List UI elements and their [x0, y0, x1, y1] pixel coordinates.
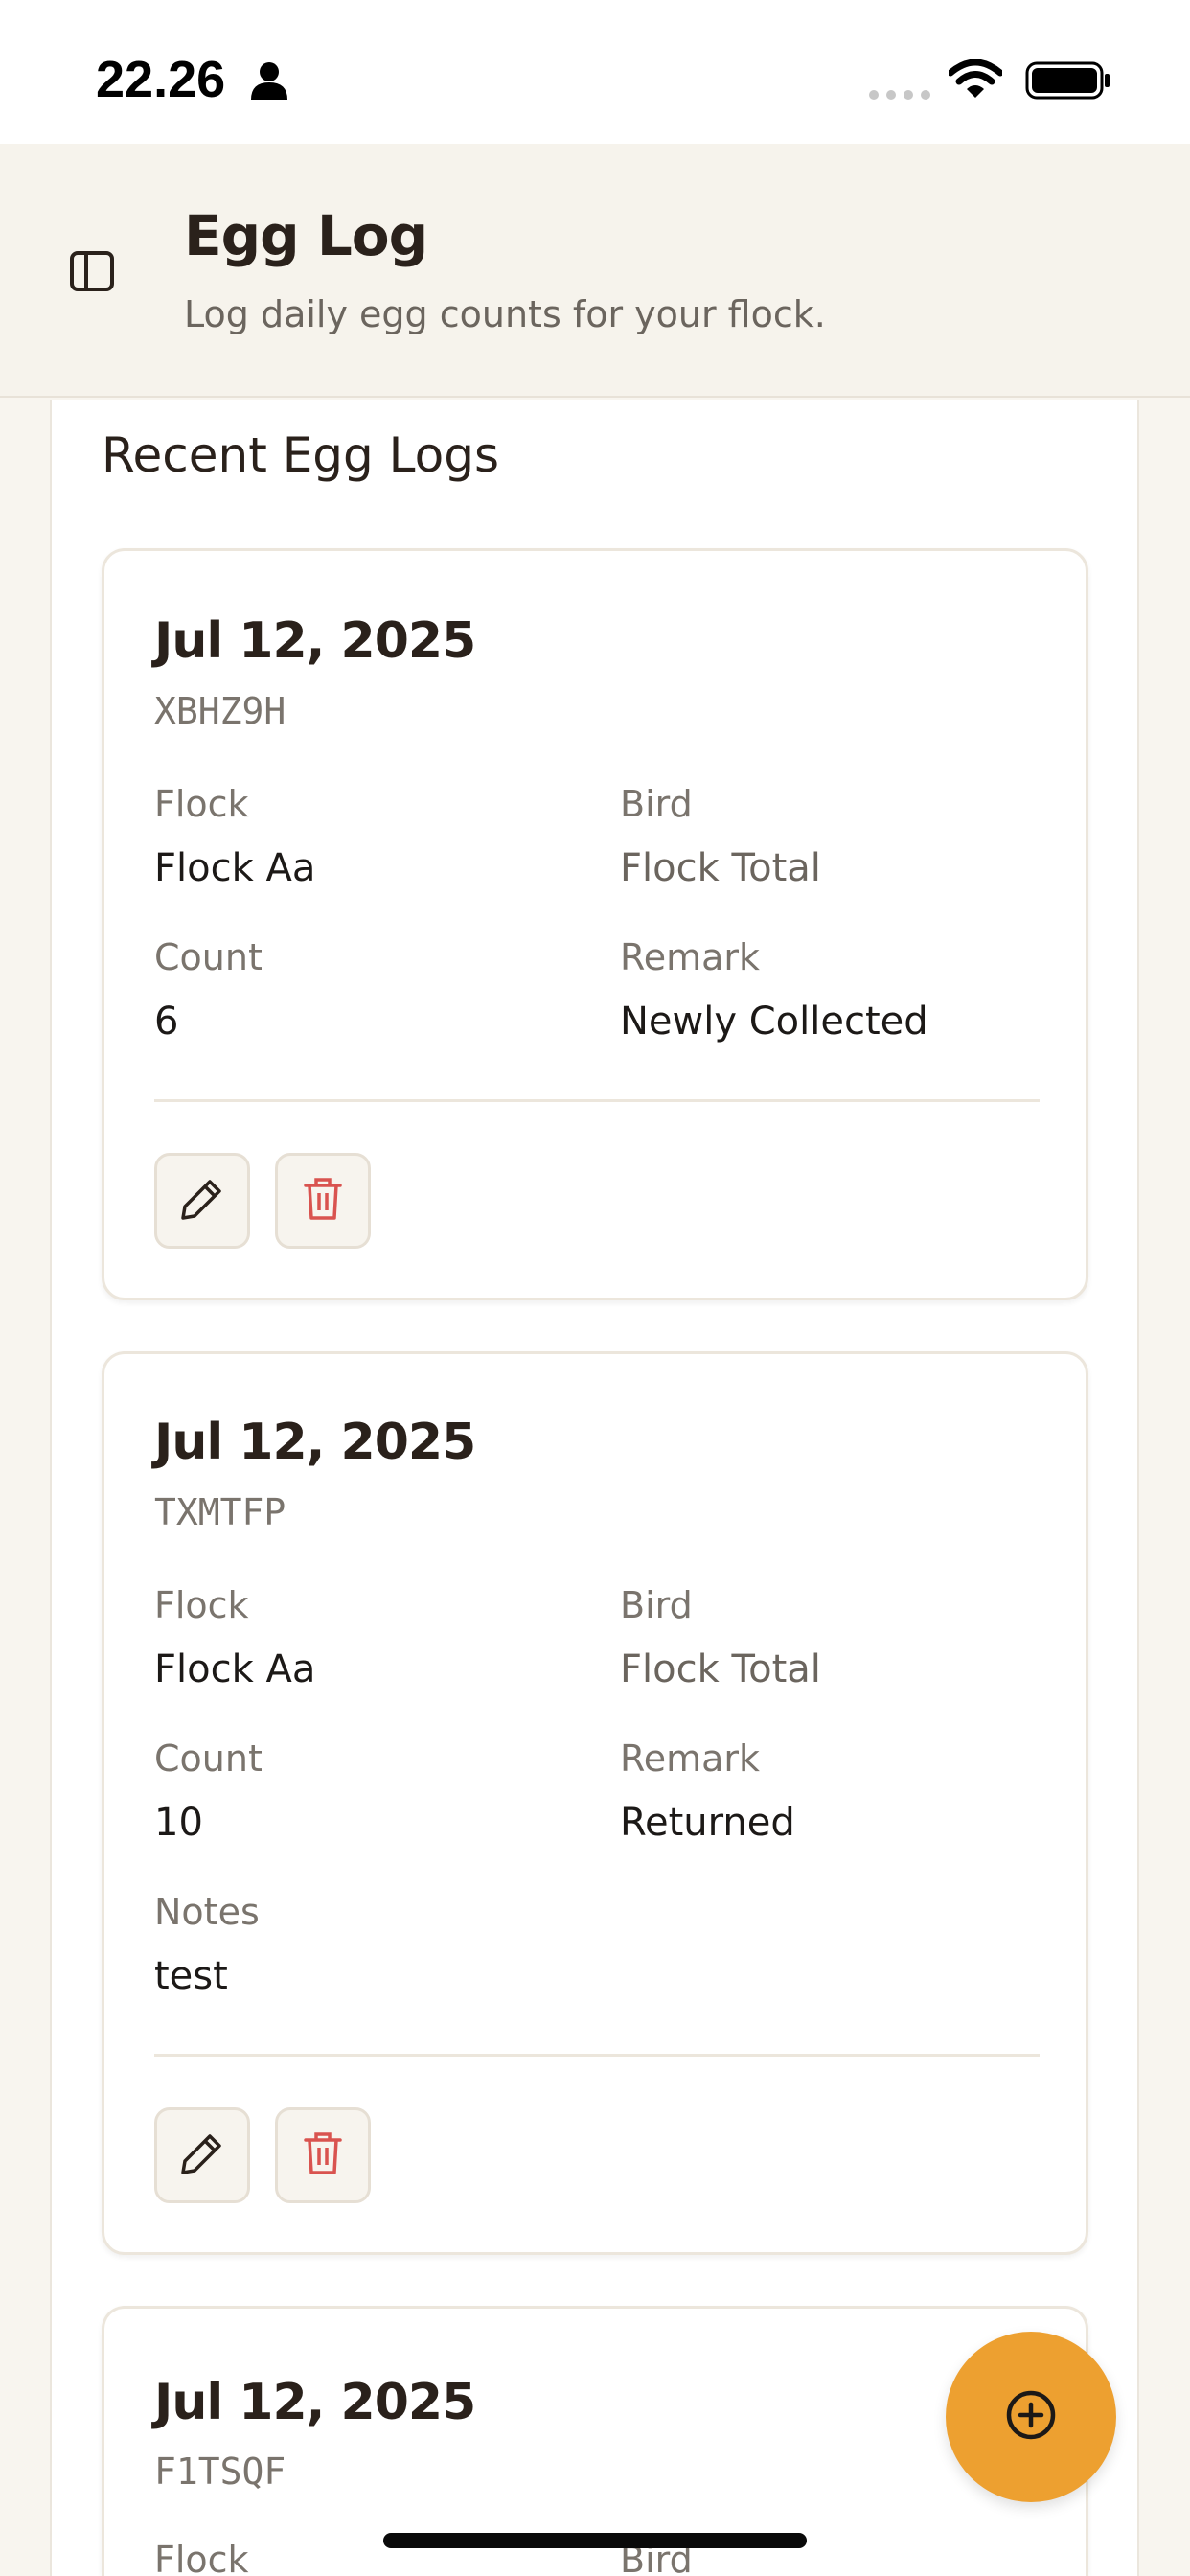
flock-value: Flock Aa — [154, 846, 316, 890]
flock-label: Flock — [154, 2539, 249, 2576]
count-value: 10 — [154, 1801, 203, 1845]
person-icon — [251, 61, 287, 104]
flock-value: Flock Aa — [154, 1647, 316, 1691]
egg-log-card: Jul 12, 2025 XBHZ9H Flock Flock Aa Bird … — [102, 548, 1088, 1300]
remark-value: Returned — [620, 1801, 795, 1845]
home-indicator[interactable] — [383, 2533, 807, 2548]
log-code: TXMTFP — [154, 1491, 286, 1533]
signal-dots-icon — [868, 86, 931, 104]
wifi-icon — [947, 58, 1004, 104]
egg-log-card: Jul 12, 2025 TXMTFP Flock Flock Aa Bird … — [102, 1351, 1088, 2255]
notes-label: Notes — [154, 1891, 260, 1933]
flock-label: Flock — [154, 1584, 249, 1626]
edit-button[interactable] — [154, 1153, 250, 1249]
log-code: F1TSQF — [154, 2450, 286, 2493]
sidebar-toggle-icon[interactable] — [65, 244, 119, 298]
page-title: Egg Log — [184, 203, 428, 268]
card-divider — [154, 1099, 1040, 1102]
status-bar: 22.26 — [0, 0, 1190, 144]
flock-label: Flock — [154, 783, 249, 825]
plus-circle-icon — [1005, 2389, 1057, 2445]
trash-icon — [302, 1176, 344, 1226]
remark-label: Remark — [620, 1737, 761, 1780]
pencil-icon — [179, 1176, 225, 1226]
pencil-icon — [179, 2130, 225, 2180]
count-label: Count — [154, 936, 263, 978]
notes-value: test — [154, 1954, 228, 1998]
log-date: Jul 12, 2025 — [154, 612, 476, 670]
trash-icon — [302, 2130, 344, 2180]
battery-icon — [1025, 61, 1111, 104]
bird-value: Flock Total — [620, 846, 821, 890]
count-value: 6 — [154, 1000, 179, 1044]
add-egg-log-button[interactable] — [946, 2332, 1116, 2502]
delete-button[interactable] — [275, 2107, 371, 2203]
status-time: 22.26 — [96, 51, 226, 108]
remark-value: Newly Collected — [620, 1000, 928, 1044]
app-header — [0, 144, 1190, 398]
remark-label: Remark — [620, 936, 761, 978]
bird-label: Bird — [620, 783, 693, 825]
log-code: XBHZ9H — [154, 690, 286, 732]
page-subtitle: Log daily egg counts for your flock. — [184, 293, 826, 335]
bird-label: Bird — [620, 1584, 693, 1626]
edit-button[interactable] — [154, 2107, 250, 2203]
log-date: Jul 12, 2025 — [154, 2374, 476, 2431]
log-date: Jul 12, 2025 — [154, 1414, 476, 1471]
count-label: Count — [154, 1737, 263, 1780]
card-divider — [154, 2054, 1040, 2057]
delete-button[interactable] — [275, 1153, 371, 1249]
bird-value: Flock Total — [620, 1647, 821, 1691]
section-title: Recent Egg Logs — [102, 427, 500, 483]
